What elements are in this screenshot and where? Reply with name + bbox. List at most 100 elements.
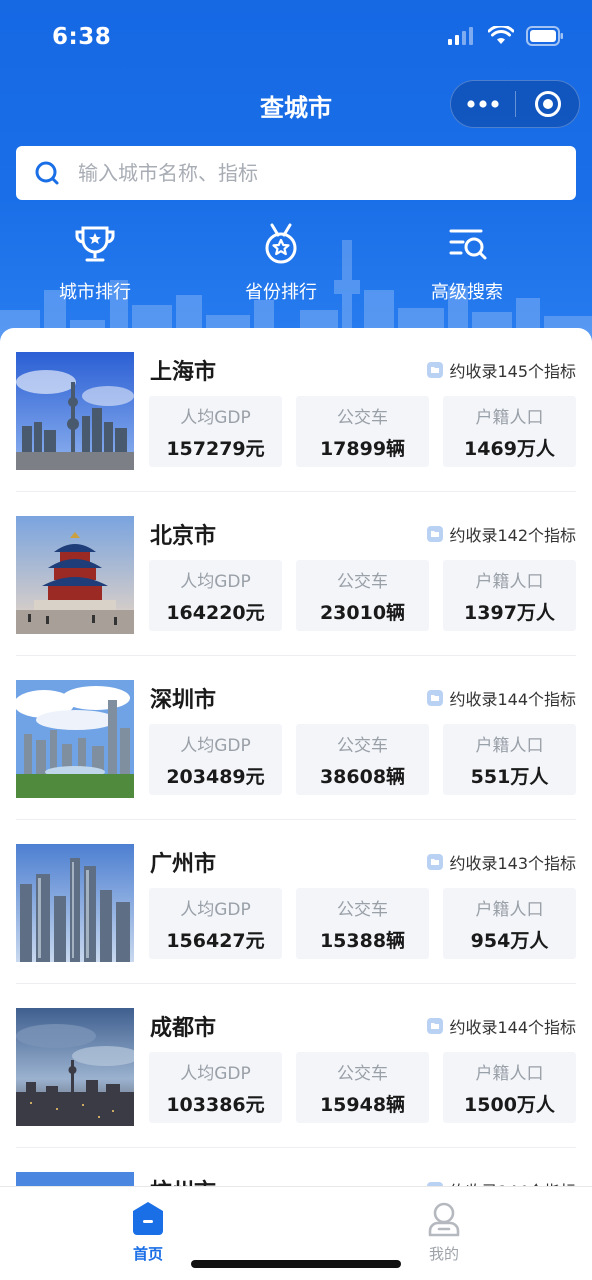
stat-label: 户籍人口: [475, 571, 544, 592]
stat-label: 户籍人口: [475, 899, 544, 920]
wifi-icon: [488, 26, 514, 44]
stat-gdp: 人均GDP 103386元: [149, 1052, 282, 1123]
more-button[interactable]: [451, 81, 515, 127]
city-card[interactable]: 北京市 约收录142个指标 人均GDP 164220元 公交车 23010辆 户籍人…: [0, 492, 592, 656]
city-card[interactable]: 杭州市 约收录144个指标: [0, 1148, 592, 1188]
stat-value: 1500万人: [464, 1093, 555, 1116]
search-icon: [35, 161, 59, 185]
stat-value: 164220元: [166, 601, 265, 624]
home-icon: [133, 1202, 163, 1235]
stat-bus: 公交车 15948辆: [296, 1052, 429, 1123]
target-circle-icon: [534, 91, 561, 117]
search-bar[interactable]: [16, 146, 576, 200]
indicator-count: 约收录145个指标: [427, 358, 576, 382]
stat-value: 15948辆: [319, 1093, 406, 1116]
city-name: 北京市: [150, 524, 217, 549]
folder-icon: [427, 854, 444, 870]
stat-label: 户籍人口: [475, 735, 544, 756]
stat-value: 156427元: [166, 929, 265, 952]
stat-value: 23010辆: [319, 601, 406, 624]
stat-label: 人均GDP: [180, 571, 251, 592]
medal-icon: [265, 223, 297, 264]
city-name: 上海市: [150, 360, 217, 385]
indicator-count-text: 约收录142个指标: [449, 526, 576, 545]
stat-value: 1469万人: [464, 437, 555, 460]
indicator-count: 约收录143个指标: [427, 850, 576, 874]
quick-link-label: 高级搜索: [431, 282, 503, 303]
stat-label: 户籍人口: [475, 1063, 544, 1084]
indicator-count: 约收录144个指标: [427, 1014, 576, 1038]
city-name: 成都市: [150, 1016, 217, 1041]
stat-bus: 公交车 23010辆: [296, 560, 429, 631]
user-icon: [428, 1202, 460, 1237]
stat-population: 户籍人口 1500万人: [443, 1052, 576, 1123]
stat-value: 38608辆: [319, 765, 406, 788]
stat-label: 人均GDP: [180, 899, 251, 920]
stat-population: 户籍人口 1469万人: [443, 396, 576, 467]
indicator-count-text: 约收录143个指标: [449, 854, 576, 873]
city-card[interactable]: 成都市 约收录144个指标 人均GDP 103386元 公交车 15948辆 户籍人…: [0, 984, 592, 1148]
stat-label: 公交车: [337, 1063, 388, 1084]
indicator-count-text: 约收录144个指标: [449, 690, 576, 709]
city-stats: 人均GDP 156427元 公交车 15388辆 户籍人口 954万人: [149, 888, 576, 959]
stat-bus: 公交车 38608辆: [296, 724, 429, 795]
city-photo: [16, 516, 134, 634]
status-time: 6:38: [52, 24, 112, 50]
quick-link-advanced-search[interactable]: 高级搜索: [374, 222, 560, 304]
stat-population: 户籍人口 551万人: [443, 724, 576, 795]
city-card[interactable]: 深圳市 约收录144个指标 人均GDP 203489元 公交车 38608辆 户籍人…: [0, 656, 592, 820]
folder-icon: [427, 362, 444, 378]
header-banner: 6:38 查城市 输入城市名称、指标 城市排行 省份排行 高级搜索: [0, 0, 592, 360]
city-photo: [16, 844, 134, 962]
folder-icon: [427, 1018, 444, 1034]
more-dots-icon: [467, 100, 499, 108]
stat-value: 203489元: [166, 765, 265, 788]
search-input[interactable]: [78, 161, 576, 185]
quick-link-city-ranking[interactable]: 城市排行: [2, 222, 188, 304]
stat-gdp: 人均GDP 156427元: [149, 888, 282, 959]
stat-value: 551万人: [470, 765, 549, 788]
city-stats: 人均GDP 203489元 公交车 38608辆 户籍人口 551万人: [149, 724, 576, 795]
stat-population: 户籍人口 954万人: [443, 888, 576, 959]
city-stats: 人均GDP 164220元 公交车 23010辆 户籍人口 1397万人: [149, 560, 576, 631]
quick-link-province-ranking[interactable]: 省份排行: [188, 222, 374, 304]
stat-value: 157279元: [166, 437, 265, 460]
stat-label: 人均GDP: [180, 735, 251, 756]
stat-value: 103386元: [166, 1093, 265, 1116]
folder-icon: [427, 690, 444, 706]
city-stats: 人均GDP 103386元 公交车 15948辆 户籍人口 1500万人: [149, 1052, 576, 1123]
city-name: 广州市: [150, 852, 217, 877]
stat-value: 15388辆: [319, 929, 406, 952]
stat-label: 户籍人口: [475, 407, 544, 428]
folder-icon: [427, 526, 444, 542]
stat-gdp: 人均GDP 157279元: [149, 396, 282, 467]
indicator-count-text: 约收录145个指标: [449, 362, 576, 381]
city-card[interactable]: 广州市 约收录143个指标 人均GDP 156427元 公交车 15388辆 户籍人…: [0, 820, 592, 984]
stat-gdp: 人均GDP 164220元: [149, 560, 282, 631]
indicator-count: 约收录144个指标: [427, 686, 576, 710]
stat-value: 954万人: [470, 929, 549, 952]
trophy-icon: [75, 226, 115, 262]
city-photo: [16, 352, 134, 470]
list-search-icon: [449, 229, 487, 260]
signal-icon: [448, 27, 473, 45]
quick-link-label: 城市排行: [59, 282, 131, 303]
stat-bus: 公交车 15388辆: [296, 888, 429, 959]
close-miniprogram-button[interactable]: [516, 81, 579, 127]
city-name: 深圳市: [150, 688, 217, 713]
city-stats: 人均GDP 157279元 公交车 17899辆 户籍人口 1469万人: [149, 396, 576, 467]
city-photo: [16, 680, 134, 798]
stat-label: 人均GDP: [180, 1063, 251, 1084]
stat-value: 1397万人: [464, 601, 555, 624]
status-bar: 6:38: [0, 0, 592, 76]
indicator-count: 约收录142个指标: [427, 522, 576, 546]
battery-icon: [526, 26, 563, 46]
quick-link-label: 省份排行: [245, 282, 317, 303]
home-indicator: [191, 1260, 401, 1268]
miniprogram-capsule: [450, 80, 580, 128]
quick-links: 城市排行 省份排行 高级搜索: [0, 222, 592, 304]
tab-label: 首页: [132, 1245, 163, 1263]
city-card[interactable]: 上海市 约收录145个指标 人均GDP 157279元 公交车 17899辆 户籍人…: [0, 328, 592, 492]
stat-label: 公交车: [337, 571, 388, 592]
stat-value: 17899辆: [319, 437, 406, 460]
